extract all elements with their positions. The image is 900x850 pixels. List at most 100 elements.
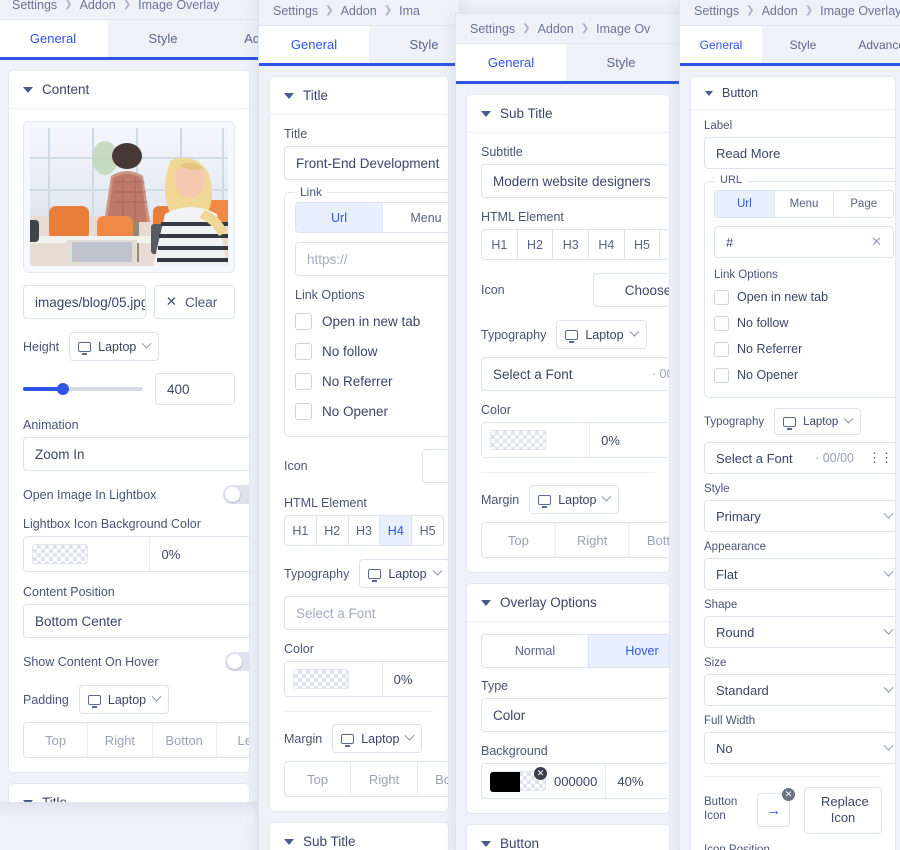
checkbox-no-referrer[interactable]: No Referrer xyxy=(714,336,894,362)
card-header-title[interactable]: Title xyxy=(270,77,448,115)
breadcrumb-item-addon[interactable]: Addon xyxy=(762,4,798,18)
padding-left-input[interactable]: Left xyxy=(217,723,249,757)
icon-choose-button[interactable]: Choose xyxy=(593,273,669,307)
margin-device-select[interactable]: Laptop xyxy=(529,485,620,514)
checkbox-icon[interactable] xyxy=(714,289,729,305)
html-element-h6[interactable]: H6 xyxy=(660,230,669,259)
font-settings-icon[interactable]: ⋮⋮ xyxy=(868,450,893,466)
image-path-input[interactable]: images/blog/05.jpg xyxy=(23,285,146,319)
card-header-overlay[interactable]: Overlay Options xyxy=(467,584,669,622)
show-on-hover-toggle[interactable] xyxy=(225,652,249,671)
breadcrumb-item-settings[interactable]: Settings xyxy=(12,0,57,12)
checkbox-icon[interactable] xyxy=(714,315,729,331)
card-header-subtitle[interactable]: Sub Title xyxy=(467,95,669,133)
clear-image-button[interactable]: ✕ Clear xyxy=(153,285,235,319)
url-type-menu[interactable]: Menu xyxy=(774,191,835,217)
margin-top-input[interactable]: Top xyxy=(482,523,556,557)
breadcrumb-item-image-overlay[interactable]: Image Overlay xyxy=(138,0,219,12)
html-element-h3[interactable]: H3 xyxy=(348,516,381,545)
button-icon-preview[interactable]: → ✕ xyxy=(757,788,795,828)
link-type-url[interactable]: Url xyxy=(296,203,383,232)
slider-knob[interactable] xyxy=(56,383,69,395)
tab-general[interactable]: General xyxy=(0,20,108,57)
lightbox-toggle[interactable] xyxy=(223,485,249,504)
html-element-h1[interactable]: H1 xyxy=(482,230,518,259)
checkbox-no-follow[interactable]: No follow xyxy=(714,310,894,336)
clear-color-icon[interactable]: ✕ xyxy=(534,767,547,780)
url-type-url[interactable]: Url xyxy=(715,191,775,217)
overlay-state-hover[interactable]: Hover xyxy=(589,635,669,667)
margin-bottom-input[interactable]: Botton xyxy=(629,523,669,557)
typography-device-select[interactable]: Laptop xyxy=(359,559,448,588)
appearance-select[interactable]: Flat xyxy=(704,558,895,590)
breadcrumb-item-image-overlay[interactable]: Ima xyxy=(399,4,420,18)
color-opacity-input[interactable]: 40% xyxy=(606,764,669,798)
padding-device-select[interactable]: Laptop xyxy=(78,685,170,714)
breadcrumb-item-addon[interactable]: Addon xyxy=(80,0,116,12)
color-opacity-input[interactable]: 0% xyxy=(150,537,249,571)
card-header-button[interactable]: Button xyxy=(691,77,895,110)
tab-advanced[interactable]: Advanced xyxy=(218,20,260,57)
html-element-h5[interactable]: H5 xyxy=(624,230,661,259)
checkbox-icon[interactable] xyxy=(295,342,312,360)
checkbox-icon[interactable] xyxy=(295,372,312,390)
color-swatch-cell[interactable] xyxy=(285,662,383,696)
tab-style[interactable]: Style xyxy=(108,20,218,57)
color-hex-value[interactable]: 000000 xyxy=(554,774,597,789)
color-opacity-input[interactable]: 0% xyxy=(590,423,669,457)
color-opacity-input[interactable]: 0% xyxy=(383,662,448,696)
full-width-select[interactable]: No xyxy=(704,732,895,764)
subtitle-input[interactable]: Modern website designers xyxy=(481,164,669,198)
html-element-h2[interactable]: H2 xyxy=(316,516,349,545)
replace-icon-button[interactable]: Replace Icon xyxy=(804,787,882,834)
breadcrumb-item-addon[interactable]: Addon xyxy=(341,4,377,18)
html-element-h3[interactable]: H3 xyxy=(553,230,590,259)
title-input[interactable]: Front-End Development xyxy=(284,146,448,180)
html-element-h1[interactable]: H1 xyxy=(285,516,317,545)
url-type-page[interactable]: Page xyxy=(834,191,893,217)
tab-general[interactable]: General xyxy=(456,44,566,81)
checkbox-no-referrer[interactable]: No Referrer xyxy=(295,366,448,396)
margin-bottom-input[interactable]: Botto xyxy=(418,762,448,796)
height-value-input[interactable]: 400 xyxy=(155,373,235,405)
font-select[interactable]: Select a Font xyxy=(284,596,448,630)
card-header-subtitle[interactable]: Sub Title xyxy=(270,823,448,850)
checkbox-open-new-tab[interactable]: Open in new tab xyxy=(714,284,894,310)
card-header-button[interactable]: Button xyxy=(467,825,669,850)
shape-select[interactable]: Round xyxy=(704,616,895,648)
overlay-state-normal[interactable]: Normal xyxy=(482,635,589,667)
color-swatch[interactable] xyxy=(490,430,546,450)
content-position-select[interactable]: Bottom Center xyxy=(23,604,249,638)
color-swatch-cell[interactable] xyxy=(24,537,151,571)
margin-right-input[interactable]: Right xyxy=(351,762,418,796)
padding-bottom-input[interactable]: Botton xyxy=(153,723,217,757)
checkbox-no-opener[interactable]: No Opener xyxy=(295,396,448,426)
color-swatch-cell[interactable]: ✕ 000000 xyxy=(482,764,607,798)
breadcrumb-item-image-overlay[interactable]: Image Overlay xyxy=(820,4,900,18)
button-label-input[interactable]: Read More xyxy=(704,137,895,169)
checkbox-icon[interactable] xyxy=(295,312,312,330)
card-header-content[interactable]: Content xyxy=(9,71,249,109)
tab-style[interactable]: Style xyxy=(369,26,459,63)
color-swatch-cell[interactable] xyxy=(482,423,591,457)
clear-url-icon[interactable]: ✕ xyxy=(871,234,882,250)
type-select[interactable]: Color xyxy=(481,698,669,732)
font-select[interactable]: Select a Font · 00/00 ⋮⋮ xyxy=(704,442,895,474)
html-element-h2[interactable]: H2 xyxy=(517,230,554,259)
animation-select[interactable]: Zoom In xyxy=(23,437,249,471)
margin-device-select[interactable]: Laptop xyxy=(332,724,423,753)
tab-style[interactable]: Style xyxy=(762,26,844,63)
typography-device-select[interactable]: Laptop xyxy=(556,320,647,349)
color-swatch[interactable] xyxy=(32,544,88,564)
breadcrumb-item-settings[interactable]: Settings xyxy=(694,4,739,18)
card-header-title[interactable]: Title xyxy=(9,784,249,802)
height-slider[interactable] xyxy=(23,383,143,395)
tab-general[interactable]: General xyxy=(259,26,369,63)
html-element-h4[interactable]: H4 xyxy=(589,230,625,259)
typography-device-select[interactable]: Laptop xyxy=(774,408,862,435)
image-thumbnail-box[interactable] xyxy=(23,121,235,273)
font-select[interactable]: Select a Font · 00/0 xyxy=(481,357,669,391)
tab-style[interactable]: Style xyxy=(566,44,676,81)
size-select[interactable]: Standard xyxy=(704,674,895,706)
checkbox-open-new-tab[interactable]: Open in new tab xyxy=(295,306,448,336)
